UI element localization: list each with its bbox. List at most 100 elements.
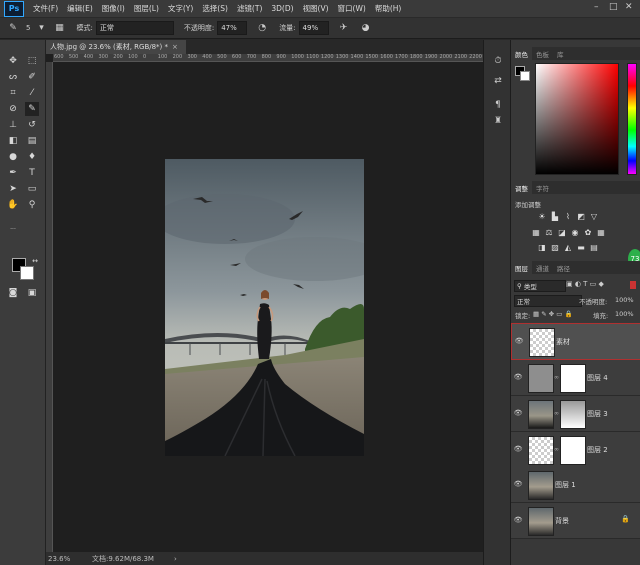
gradient-icon[interactable]: ▤ (25, 134, 39, 148)
minimize-icon[interactable]: – (594, 2, 599, 12)
filter-icons[interactable]: ▣ ◐ T ▭ ◆ (566, 280, 604, 288)
tab-swatches[interactable]: 色板 (532, 47, 553, 60)
maximize-icon[interactable]: □ (609, 2, 618, 12)
background-color-swatch[interactable] (20, 266, 34, 280)
status-menu-icon[interactable]: › (174, 555, 177, 563)
flow-input[interactable]: 49% (298, 21, 329, 35)
healing-brush-icon[interactable]: ⊘ (6, 102, 20, 116)
quick-select-icon[interactable]: ✐ (25, 70, 39, 84)
airbrush-icon[interactable]: ✈ (337, 21, 351, 35)
tab-color[interactable]: 颜色 (511, 47, 532, 60)
fill-value[interactable]: 100% (615, 310, 634, 318)
tab-libraries[interactable]: 库 (553, 47, 568, 60)
path-select-icon[interactable]: ➤ (6, 182, 20, 196)
quick-mask-icon[interactable]: ◙ (6, 286, 20, 300)
exposure-icon[interactable]: ◩ (576, 212, 586, 221)
color-balance-icon[interactable]: ⚖ (544, 228, 554, 237)
screen-mode-icon[interactable]: ▣ (25, 286, 39, 300)
menu-3d[interactable]: 3D(D) (271, 4, 293, 13)
brush-panel-icon[interactable]: ▦ (52, 21, 66, 35)
tab-layers[interactable]: 图层 (511, 261, 532, 274)
history-brush-icon[interactable]: ↺ (25, 118, 39, 132)
eye-icon[interactable]: 👁 (514, 373, 523, 381)
menu-view[interactable]: 视图(V) (303, 3, 329, 14)
history-panel-icon[interactable]: ⏱ (491, 54, 505, 68)
zoom-level[interactable]: 23.6% (48, 555, 88, 563)
paragraph-panel-icon[interactable]: ¶ (491, 98, 505, 112)
layer-row-3[interactable]: 👁 ∞ 图层 3 (511, 396, 640, 432)
layer-row-4[interactable]: 👁 ∞ 图层 4 (511, 360, 640, 396)
lock-icons[interactable]: ▦ ✎ ✥ ▭ 🔒 (533, 310, 573, 318)
filter-toggle[interactable] (630, 281, 636, 289)
layer-row-1[interactable]: 👁 图层 1 (511, 467, 640, 503)
opacity-input[interactable]: 47% (217, 21, 248, 35)
photo-filter-icon[interactable]: ◉ (570, 228, 580, 237)
menu-window[interactable]: 窗口(W) (338, 3, 366, 14)
posterize-icon[interactable]: ▨ (550, 243, 560, 252)
eraser-icon[interactable]: ◧ (6, 134, 20, 148)
brush-tool-icon[interactable]: ✎ (25, 102, 39, 116)
menu-type[interactable]: 文字(Y) (168, 3, 193, 14)
selective-color-icon[interactable]: ▤ (589, 243, 599, 252)
hue-slider[interactable] (627, 63, 637, 175)
menu-file[interactable]: 文件(F) (33, 3, 58, 14)
brush-presets-icon[interactable]: ♜ (491, 114, 505, 128)
layer-opacity-value[interactable]: 100% (615, 296, 634, 304)
close-tab-icon[interactable]: × (172, 43, 178, 51)
levels-icon[interactable]: ▙ (550, 212, 560, 221)
eye-icon[interactable]: 👁 (514, 445, 523, 453)
tab-character[interactable]: 字符 (532, 181, 553, 194)
brush-preset-icon[interactable]: ▾ (34, 21, 48, 35)
tab-adjustments[interactable]: 调整 (511, 181, 532, 194)
channel-mixer-icon[interactable]: ✿ (583, 228, 593, 237)
invert-icon[interactable]: ◨ (537, 243, 547, 252)
black-white-icon[interactable]: ◪ (557, 228, 567, 237)
menu-help[interactable]: 帮助(H) (375, 3, 402, 14)
zoom-tool-icon[interactable]: ⚲ (25, 198, 39, 212)
more-tools-icon[interactable]: ··· (6, 222, 20, 236)
pen-tool-icon[interactable]: ✒ (6, 166, 20, 180)
marquee-tool-icon[interactable]: ⬚ (25, 54, 39, 68)
layer-row-2[interactable]: 👁 ∞ 图层 2 (511, 432, 640, 468)
menu-filter[interactable]: 滤镜(T) (237, 3, 262, 14)
crop-tool-icon[interactable]: ⌗ (6, 86, 20, 100)
tab-channels[interactable]: 通道 (532, 261, 553, 274)
document-tab[interactable]: 人物.jpg @ 23.6% (素材, RGB/8*) * × (46, 40, 186, 54)
tab-paths[interactable]: 路径 (553, 261, 574, 274)
menu-select[interactable]: 选择(S) (202, 3, 228, 14)
image-canvas[interactable] (165, 159, 364, 456)
eyedropper-icon[interactable]: ⁄ (25, 86, 39, 100)
hand-tool-icon[interactable]: ✋ (6, 198, 20, 212)
color-lookup-icon[interactable]: ▦ (596, 228, 606, 237)
layer-filter-select[interactable]: ⚲ 类型 (514, 280, 566, 292)
bg-color-chip[interactable] (520, 71, 530, 81)
eye-icon[interactable]: 👁 (515, 337, 524, 345)
hue-saturation-icon[interactable]: ▦ (531, 228, 541, 237)
pressure-opacity-icon[interactable]: ◔ (255, 21, 269, 35)
shape-tool-icon[interactable]: ▭ (25, 182, 39, 196)
layer-row-background[interactable]: 👁 背景 🔒 (511, 503, 640, 539)
clone-stamp-icon[interactable]: ⊥ (6, 118, 20, 132)
eye-icon[interactable]: 👁 (514, 516, 523, 524)
eye-icon[interactable]: 👁 (514, 409, 523, 417)
blend-mode-select[interactable]: 正常 (514, 295, 582, 307)
layer-row-material[interactable]: 👁 素材 (511, 323, 640, 360)
blur-icon[interactable]: ● (6, 150, 20, 164)
color-picker-field[interactable] (535, 63, 619, 175)
threshold-icon[interactable]: ◭ (563, 243, 573, 252)
brightness-icon[interactable]: ☀ (537, 212, 547, 221)
lasso-tool-icon[interactable]: ᔕ (6, 70, 20, 84)
eye-icon[interactable]: 👁 (514, 480, 523, 488)
vibrance-icon[interactable]: ▽ (589, 212, 599, 221)
type-tool-icon[interactable]: T (25, 166, 39, 180)
move-tool-icon[interactable]: ✥ (6, 54, 20, 68)
pressure-size-icon[interactable]: ◕ (359, 21, 373, 35)
properties-panel-icon[interactable]: ⇄ (491, 74, 505, 88)
swap-colors-icon[interactable]: ↔ (28, 254, 42, 268)
menu-image[interactable]: 图像(I) (102, 3, 125, 14)
menu-layer[interactable]: 图层(L) (134, 3, 159, 14)
curves-icon[interactable]: ⌇ (563, 212, 573, 221)
dodge-icon[interactable]: ♦ (25, 150, 39, 164)
brush-size-value[interactable]: 5 (26, 24, 30, 32)
menu-edit[interactable]: 编辑(E) (67, 3, 93, 14)
